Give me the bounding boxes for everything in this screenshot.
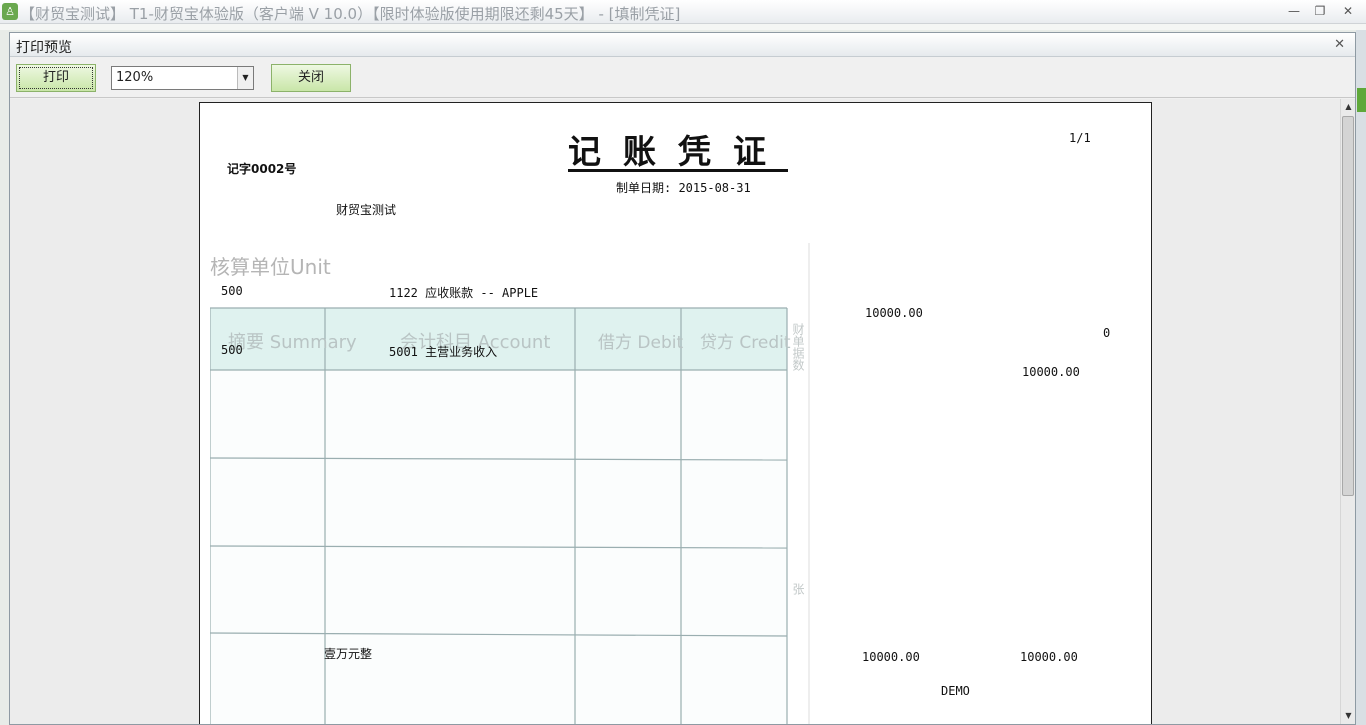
zoom-select[interactable]: 120% ▼ [111, 66, 254, 90]
scroll-thumb[interactable] [1342, 116, 1354, 496]
preview-toolbar: 打印 120% ▼ 关闭 [10, 58, 1355, 98]
chevron-down-icon[interactable]: ▼ [237, 67, 253, 89]
dialog-titlebar: 打印预览 ✕ [10, 33, 1355, 57]
header-credit: 贷方 Credit [700, 333, 791, 353]
line2-credit: 10000.00 [1022, 365, 1080, 379]
print-preview-dialog: 打印预览 ✕ 打印 120% ▼ 关闭 摘要 Summary 会计科目 Acco… [9, 32, 1356, 725]
vertical-scrollbar[interactable]: ▲ ▼ [1340, 99, 1355, 724]
scroll-up-icon[interactable]: ▲ [1342, 100, 1355, 114]
app-titlebar: ♙ 【财贸宝测试】 T1-财贸宝体验版（客户端 V 10.0）【限时体验版使用期… [0, 0, 1366, 24]
voucher-date: 制单日期: 2015-08-31 [616, 181, 751, 195]
dialog-close-icon[interactable]: ✕ [1334, 37, 1345, 52]
maker-name: DEMO [941, 684, 970, 698]
attachment-count-label: 财单据数 [791, 323, 805, 372]
app-close-icon[interactable]: ✕ [1340, 4, 1356, 18]
total-debit: 10000.00 [862, 650, 920, 664]
app-background-strip [1356, 30, 1366, 725]
restore-icon[interactable]: ❐ [1312, 4, 1328, 18]
app-background-accent [1357, 88, 1366, 112]
amount-in-words: 壹万元整 [324, 647, 373, 661]
unit-label: 核算单位Unit [210, 255, 331, 279]
line1-summary: 500 [221, 284, 243, 298]
voucher-page: 摘要 Summary 会计科目 Account 借方 Debit 贷方 Cred… [199, 102, 1152, 724]
app-logo-icon: ♙ [2, 3, 18, 20]
line2-summary: 500 [221, 343, 243, 357]
line1-credit: 0 [1103, 326, 1111, 340]
voucher-title: 记账凭证 [568, 132, 788, 171]
zoom-value: 120% [116, 70, 154, 85]
total-credit: 10000.00 [1020, 650, 1078, 664]
page-number: 1/1 [1069, 131, 1091, 145]
line1-debit: 10000.00 [865, 306, 923, 320]
print-button[interactable]: 打印 [16, 64, 96, 92]
app-title: 【财贸宝测试】 T1-财贸宝体验版（客户端 V 10.0）【限时体验版使用期限还… [20, 5, 681, 23]
attachment-unit-label: 张 [791, 583, 805, 595]
preview-viewport: 摘要 Summary 会计科目 Account 借方 Debit 贷方 Cred… [10, 99, 1340, 724]
voucher-number: 记字0002号 [227, 162, 297, 176]
scroll-down-icon[interactable]: ▼ [1342, 709, 1355, 723]
voucher-form-image: 摘要 Summary 会计科目 Account 借方 Debit 贷方 Cred… [210, 243, 810, 724]
line1-account: 1122 应收账款 -- APPLE [389, 286, 539, 300]
dialog-title: 打印预览 [16, 40, 72, 56]
header-summary: 摘要 Summary [228, 332, 357, 353]
line2-account: 5001 主营业务收入 [389, 345, 498, 359]
minimize-icon[interactable]: — [1286, 4, 1302, 18]
company-name: 财贸宝测试 [336, 203, 397, 217]
header-debit: 借方 Debit [598, 333, 683, 353]
app-menubar [0, 24, 1366, 30]
close-button[interactable]: 关闭 [271, 64, 351, 92]
